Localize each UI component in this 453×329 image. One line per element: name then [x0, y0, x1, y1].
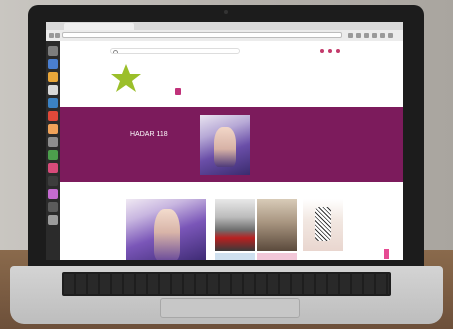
extension-icon[interactable] [380, 33, 385, 38]
camera-icon [224, 10, 228, 14]
nav-item[interactable] [238, 88, 244, 95]
main-nav [175, 88, 244, 96]
hero-title: HADAR 118 [130, 131, 168, 139]
app-icon[interactable] [48, 98, 58, 108]
nav-item[interactable] [193, 88, 199, 95]
scroll-to-top-button[interactable] [384, 249, 389, 259]
cover-portrait [154, 209, 180, 260]
app-icon[interactable] [48, 189, 58, 199]
search-icon [113, 50, 118, 53]
hero-banner: HADAR 118 [60, 107, 403, 182]
article-thumbnail[interactable] [215, 199, 255, 251]
app-icon[interactable] [48, 137, 58, 147]
nav-item[interactable] [220, 88, 226, 95]
extension-icon[interactable] [372, 33, 377, 38]
nav-item[interactable] [184, 88, 190, 95]
browser-tab[interactable] [64, 23, 134, 30]
menu-icon[interactable] [388, 33, 393, 38]
address-bar[interactable] [62, 32, 342, 38]
nav-item[interactable] [229, 88, 235, 95]
extension-icon[interactable] [356, 33, 361, 38]
social-icon[interactable] [328, 49, 332, 53]
nav-item[interactable] [211, 88, 217, 95]
app-icon[interactable] [48, 111, 58, 121]
forward-icon[interactable] [55, 33, 60, 38]
star-logo-icon [111, 64, 141, 92]
article-thumbnail[interactable] [257, 199, 297, 251]
trackpad[interactable] [160, 298, 300, 318]
screen: HADAR 118 [46, 22, 403, 260]
app-icon[interactable] [48, 85, 58, 95]
bookmark-icon[interactable] [348, 33, 353, 38]
app-icon[interactable] [48, 163, 58, 173]
finder-icon[interactable] [48, 46, 58, 56]
nav-item-home[interactable] [175, 88, 181, 95]
site-logo[interactable] [110, 63, 142, 93]
nav-item[interactable] [202, 88, 208, 95]
app-icon[interactable] [48, 202, 58, 212]
back-icon[interactable] [49, 33, 54, 38]
dress-image [315, 207, 331, 241]
keyboard-keys [64, 274, 389, 294]
extension-icon[interactable] [364, 33, 369, 38]
app-icon[interactable] [48, 124, 58, 134]
article-thumbnail[interactable] [215, 253, 255, 260]
app-icon[interactable] [48, 176, 58, 186]
hero-magazine-cover[interactable] [200, 115, 250, 175]
site-search-input[interactable] [110, 48, 240, 54]
trash-icon[interactable] [48, 215, 58, 225]
app-dock [46, 41, 60, 260]
app-icon[interactable] [48, 59, 58, 69]
cover-portrait [214, 127, 236, 167]
social-icon[interactable] [320, 49, 324, 53]
article-thumbnail[interactable] [303, 199, 343, 251]
social-icon[interactable] [336, 49, 340, 53]
website: HADAR 118 [60, 41, 403, 260]
app-icon[interactable] [48, 150, 58, 160]
featured-magazine-cover[interactable] [126, 199, 206, 260]
article-thumbnail[interactable] [257, 253, 297, 260]
browser-icon[interactable] [48, 72, 58, 82]
hero-title-line2: HADAR 118 [130, 131, 168, 138]
